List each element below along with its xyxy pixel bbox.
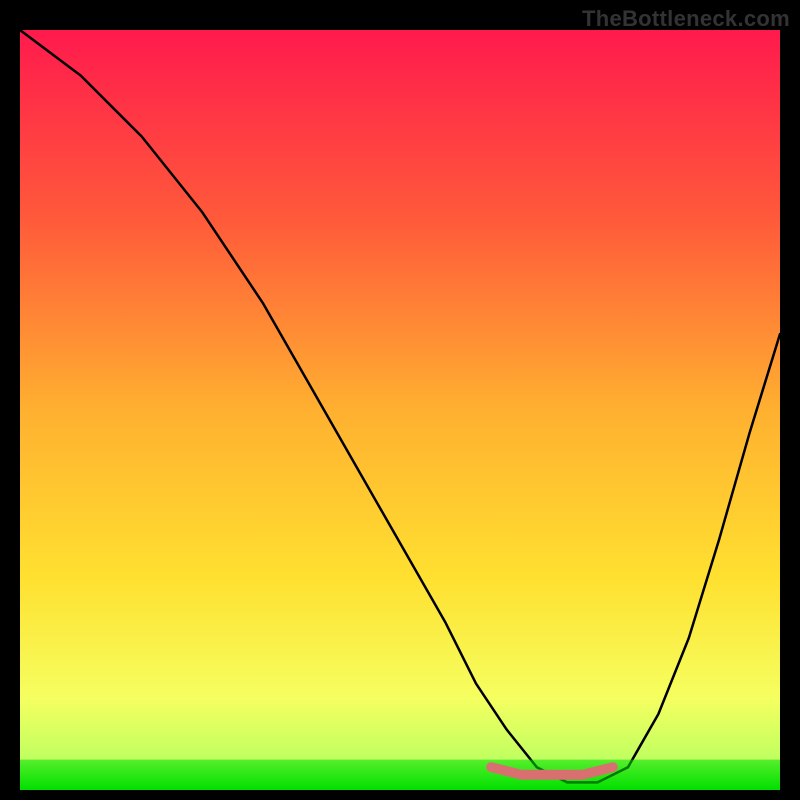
series-green-band [20,760,780,790]
chart-frame: TheBottleneck.com [0,0,800,800]
chart-svg [20,30,780,790]
plot-area [20,30,780,790]
watermark-text: TheBottleneck.com [582,6,790,32]
gradient-background [20,30,780,790]
